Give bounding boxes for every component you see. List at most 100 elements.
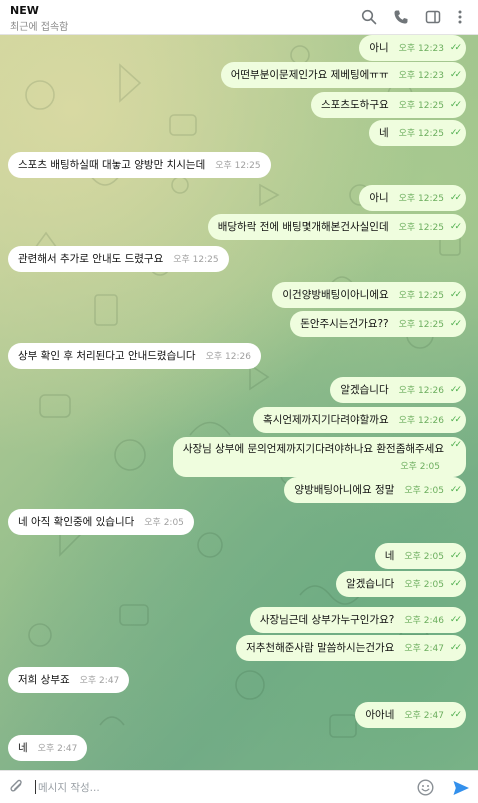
more-vertical-icon[interactable] — [452, 9, 468, 25]
message-time: 오후 12:23 — [398, 44, 444, 54]
message-text: 알겠습니다 — [346, 578, 395, 590]
outgoing-message[interactable]: 스포츠도하구요 오후 12:25 ✓✓ — [311, 92, 466, 118]
message-time: 오후 12:26 — [398, 416, 444, 426]
message-text: 알겠습니다 — [340, 384, 389, 396]
message-text: 관련해서 추가로 안내도 드렸구요 — [18, 253, 164, 265]
message-row: 스포츠도하구요 오후 12:25 ✓✓ — [0, 92, 478, 118]
paperclip-icon[interactable] — [9, 779, 25, 795]
chat-header: NEW 최근에 접속함 — [0, 0, 478, 35]
message-row: 혹시언제까지기다려야할까요 오후 12:26 ✓✓ — [0, 407, 478, 433]
message-time: 오후 2:05 — [404, 580, 444, 590]
read-receipt-icon: ✓✓ — [449, 440, 462, 450]
read-receipt-icon: ✓✓ — [449, 385, 462, 395]
message-time: 오후 2:47 — [404, 711, 444, 721]
read-receipt-icon: ✓✓ — [449, 43, 462, 53]
read-receipt-icon: ✓✓ — [449, 415, 462, 425]
message-text: 아아네 — [365, 709, 395, 721]
message-text: 양방배팅아니에요 정말 — [294, 484, 395, 496]
message-composer: 메시지 작성... — [0, 770, 478, 803]
message-time: 오후 12:25 — [215, 161, 261, 171]
message-time: 오후 2:05 — [404, 486, 444, 496]
incoming-message[interactable]: 관련해서 추가로 안내도 드렸구요 오후 12:25 — [8, 246, 229, 272]
read-receipt-icon: ✓✓ — [449, 485, 462, 495]
incoming-message[interactable]: 네 아직 확인중에 있습니다 오후 2:05 — [8, 509, 194, 535]
message-row: 사장님 상부에 문의언제까지기다려야하나요 환전좀해주세요 오후 2:05 ✓✓ — [0, 437, 478, 477]
outgoing-message[interactable]: 알겠습니다 오후 12:26 ✓✓ — [330, 377, 466, 403]
message-text: 저희 상부죠 — [18, 674, 70, 686]
outgoing-message[interactable]: 배당하락 전에 배팅몇개해본건사실인데 오후 12:25 ✓✓ — [207, 214, 466, 240]
phone-icon[interactable] — [393, 9, 409, 25]
text-cursor — [35, 780, 36, 794]
message-row: 상부 확인 후 처리된다고 안내드렸습니다 오후 12:26 — [0, 343, 478, 369]
message-text: 네 — [18, 742, 28, 754]
message-text: 혹시언제까지기다려야할까요 — [263, 414, 389, 426]
outgoing-message[interactable]: 알겠습니다 오후 2:05 ✓✓ — [336, 571, 466, 597]
message-text: 네 — [384, 550, 395, 562]
message-time: 오후 12:25 — [398, 101, 444, 111]
message-row: 알겠습니다 오후 12:26 ✓✓ — [0, 377, 478, 403]
outgoing-message[interactable]: 어떤부분이문제인가요 제베팅에ㅠㅠ 오후 12:23 ✓✓ — [220, 62, 466, 88]
chat-title[interactable]: NEW — [10, 4, 39, 17]
outgoing-message[interactable]: 양방배팅아니에요 정말 오후 2:05 ✓✓ — [284, 477, 466, 503]
outgoing-message[interactable]: 사장님근데 상부가누구인가요? 오후 2:46 ✓✓ — [249, 607, 466, 633]
message-row: 네 오후 2:47 — [0, 735, 478, 761]
message-time: 오후 12:25 — [398, 320, 444, 330]
search-icon[interactable] — [361, 9, 377, 25]
message-time: 오후 2:47 — [404, 644, 444, 654]
last-seen-status: 최근에 접속함 — [10, 22, 69, 33]
outgoing-message[interactable]: 네 오후 12:25 ✓✓ — [368, 120, 466, 146]
outgoing-message[interactable]: 아아네 오후 2:47 ✓✓ — [355, 702, 466, 728]
message-row: 네 오후 12:25 ✓✓ — [0, 120, 478, 146]
read-receipt-icon: ✓✓ — [449, 551, 462, 561]
read-receipt-icon: ✓✓ — [449, 70, 462, 80]
message-text: 스포츠 배팅하실때 대놓고 양방만 치시는데 — [18, 159, 206, 171]
read-receipt-icon: ✓✓ — [449, 128, 462, 138]
message-time: 오후 12:25 — [398, 223, 444, 233]
incoming-message[interactable]: 상부 확인 후 처리된다고 안내드렸습니다 오후 12:26 — [8, 343, 261, 369]
message-time: 오후 2:47 — [37, 744, 78, 754]
message-row: 사장님근데 상부가누구인가요? 오후 2:46 ✓✓ — [0, 607, 478, 633]
message-time: 오후 2:05 — [144, 518, 184, 528]
incoming-message[interactable]: 네 오후 2:47 — [8, 735, 88, 761]
message-row: 어떤부분이문제인가요 제베팅에ㅠㅠ 오후 12:23 ✓✓ — [0, 62, 478, 88]
outgoing-message[interactable]: 사장님 상부에 문의언제까지기다려야하나요 환전좀해주세요 오후 2:05 ✓✓ — [172, 437, 466, 477]
outgoing-message[interactable]: 이건양방배팅이아니에요 오후 12:25 ✓✓ — [272, 282, 466, 308]
message-row: 이건양방배팅이아니에요 오후 12:25 ✓✓ — [0, 282, 478, 308]
message-row: 저희 상부죠 오후 2:47 — [0, 667, 478, 693]
message-time: 오후 12:26 — [398, 386, 444, 396]
message-row: 돈안주시는건가요?? 오후 12:25 ✓✓ — [0, 311, 478, 337]
message-row: 네 오후 2:05 ✓✓ — [0, 543, 478, 569]
read-receipt-icon: ✓✓ — [449, 193, 462, 203]
read-receipt-icon: ✓✓ — [449, 290, 462, 300]
read-receipt-icon: ✓✓ — [449, 222, 462, 232]
message-time: 오후 12:26 — [205, 352, 251, 362]
message-row: 아니 오후 12:25 ✓✓ — [0, 185, 478, 211]
smile-icon[interactable] — [417, 779, 434, 796]
message-text: 아니 — [369, 192, 389, 204]
message-text: 사장님근데 상부가누구인가요? — [259, 614, 395, 626]
message-text: 어떤부분이문제인가요 제베팅에ㅠㅠ — [230, 69, 389, 81]
message-time: 오후 12:25 — [398, 129, 444, 139]
incoming-message[interactable]: 저희 상부죠 오후 2:47 — [8, 667, 130, 693]
outgoing-message[interactable]: 저추천해준사람 말씀하시는건가요 오후 2:47 ✓✓ — [236, 635, 466, 661]
message-input[interactable]: 메시지 작성... — [38, 780, 100, 795]
message-time: 오후 2:05 — [400, 462, 440, 472]
outgoing-message[interactable]: 아니 오후 12:25 ✓✓ — [359, 185, 466, 211]
message-text: 돈안주시는건가요?? — [300, 318, 389, 330]
message-text: 네 — [378, 127, 389, 139]
message-row: 배당하락 전에 배팅몇개해본건사실인데 오후 12:25 ✓✓ — [0, 214, 478, 240]
message-row: 스포츠 배팅하실때 대놓고 양방만 치시는데 오후 12:25 — [0, 152, 478, 178]
message-text: 아니 — [369, 42, 389, 54]
outgoing-message[interactable]: 네 오후 2:05 ✓✓ — [374, 543, 466, 569]
incoming-message[interactable]: 스포츠 배팅하실때 대놓고 양방만 치시는데 오후 12:25 — [8, 152, 271, 178]
outgoing-message[interactable]: 돈안주시는건가요?? 오후 12:25 ✓✓ — [290, 311, 466, 337]
send-icon[interactable] — [452, 779, 470, 797]
sidebar-toggle-icon[interactable] — [425, 9, 441, 25]
read-receipt-icon: ✓✓ — [449, 579, 462, 589]
outgoing-message[interactable]: 아니 오후 12:23 ✓✓ — [359, 35, 466, 61]
message-row: 양방배팅아니에요 정말 오후 2:05 ✓✓ — [0, 477, 478, 503]
message-text: 이건양방배팅이아니에요 — [282, 289, 389, 301]
outgoing-message[interactable]: 혹시언제까지기다려야할까요 오후 12:26 ✓✓ — [253, 407, 466, 433]
message-area[interactable]: 아니 오후 12:23 ✓✓ 어떤부분이문제인가요 제베팅에ㅠㅠ 오후 12:23 ✓✓ 스… — [0, 35, 478, 770]
message-time: 오후 2:05 — [404, 552, 444, 562]
